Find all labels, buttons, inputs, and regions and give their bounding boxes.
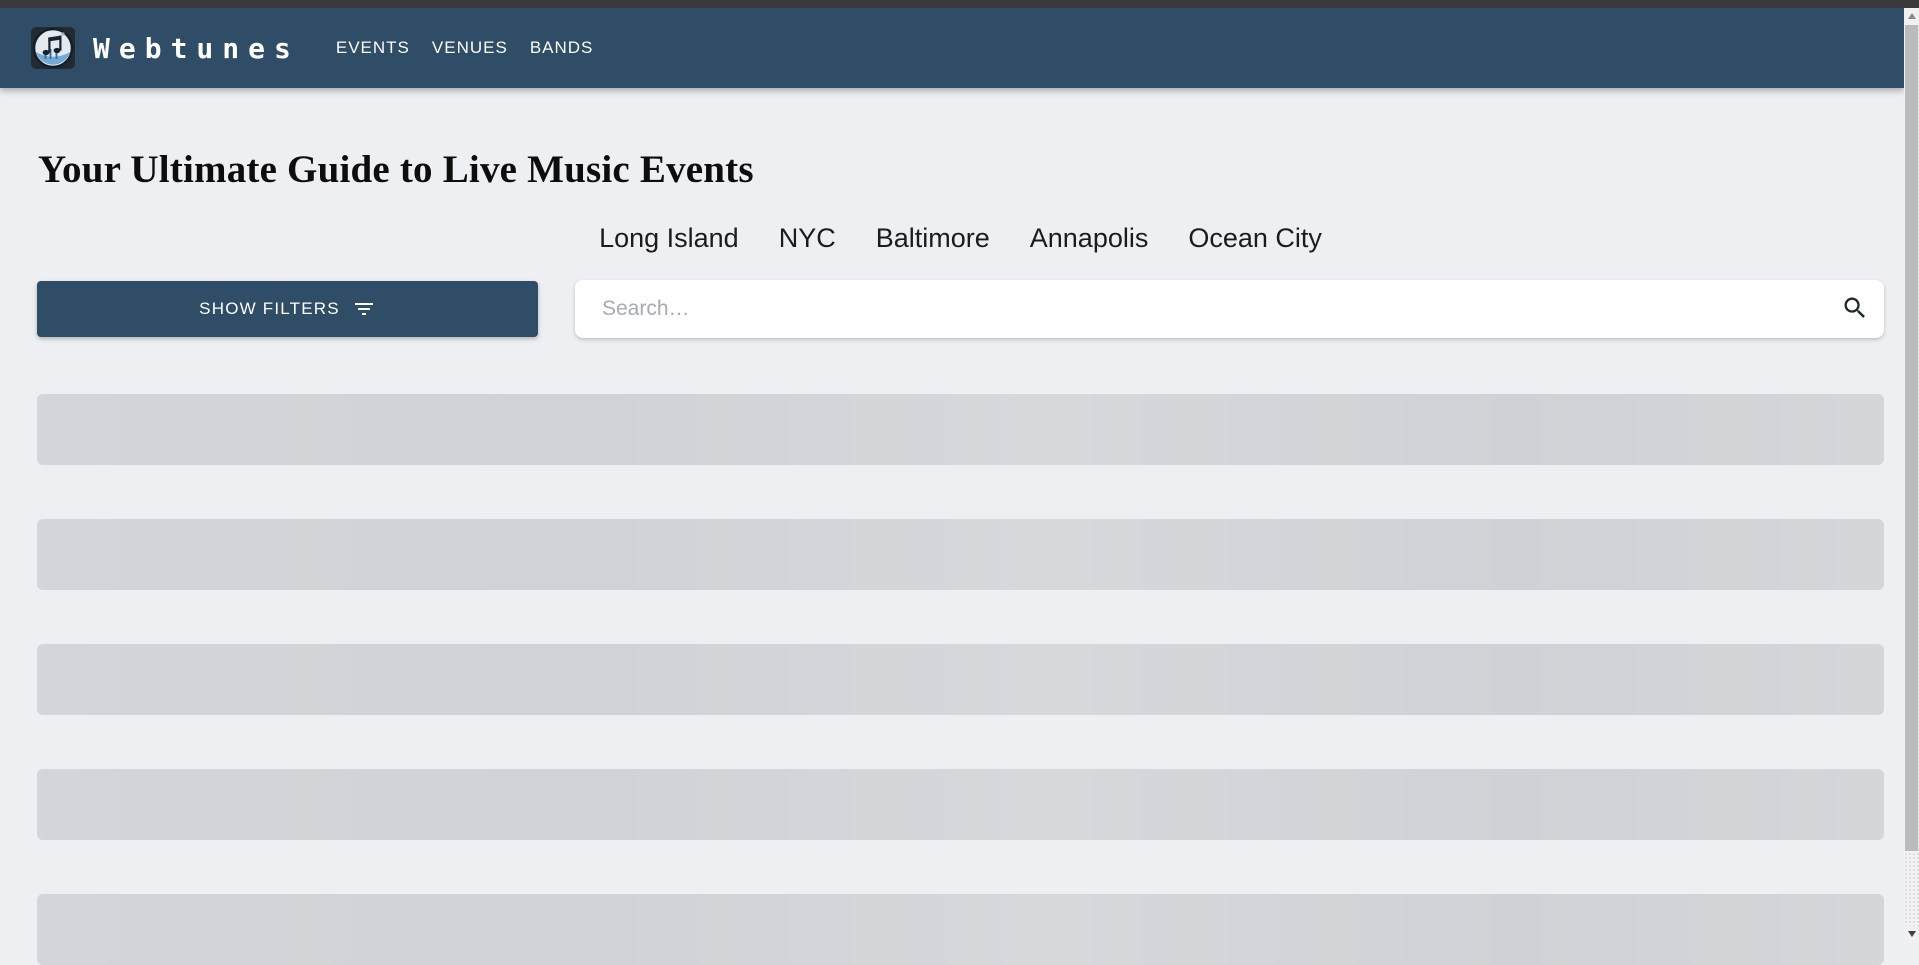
city-link-long-island[interactable]: Long Island <box>599 223 739 254</box>
vertical-scrollbar[interactable] <box>1904 8 1919 942</box>
skeleton-list <box>37 394 1884 965</box>
scrollbar-up-icon <box>1907 13 1916 19</box>
scrollbar-down-button[interactable] <box>1904 926 1919 942</box>
scrollbar-down-icon <box>1907 931 1916 937</box>
show-filters-button[interactable]: SHOW FILTERS <box>37 281 538 337</box>
search-input[interactable] <box>575 280 1826 338</box>
webtunes-logo-icon[interactable] <box>30 25 76 71</box>
controls-row: SHOW FILTERS <box>37 280 1884 338</box>
main-content: Your Ultimate Guide to Live Music Events… <box>0 88 1904 965</box>
nav-links: EVENTS VENUES BANDS <box>336 38 594 58</box>
search-icon <box>1841 294 1869 325</box>
show-filters-label: SHOW FILTERS <box>199 299 340 318</box>
top-window-strip <box>0 0 1919 8</box>
nav-link-bands[interactable]: BANDS <box>530 38 594 58</box>
nav-link-events[interactable]: EVENTS <box>336 38 410 58</box>
navbar: Webtunes EVENTS VENUES BANDS <box>0 8 1904 88</box>
scrollbar-up-button[interactable] <box>1904 8 1919 24</box>
skeleton-row <box>37 769 1884 840</box>
city-link-ocean-city[interactable]: Ocean City <box>1188 223 1322 254</box>
city-links: Long Island NYC Baltimore Annapolis Ocean Ci… <box>37 223 1884 254</box>
city-link-annapolis[interactable]: Annapolis <box>1030 223 1149 254</box>
skeleton-row <box>37 394 1884 465</box>
scrollbar-thumb[interactable] <box>1905 25 1918 851</box>
city-link-nyc[interactable]: NYC <box>779 223 836 254</box>
search-box <box>575 280 1884 338</box>
city-link-baltimore[interactable]: Baltimore <box>876 223 990 254</box>
nav-link-venues[interactable]: VENUES <box>432 38 508 58</box>
skeleton-row <box>37 519 1884 590</box>
filter-list-icon <box>352 297 376 321</box>
brand-title[interactable]: Webtunes <box>93 32 300 65</box>
page-title: Your Ultimate Guide to Live Music Events <box>38 148 754 191</box>
search-button[interactable] <box>1826 280 1884 338</box>
skeleton-row <box>37 644 1884 715</box>
skeleton-row <box>37 894 1884 965</box>
